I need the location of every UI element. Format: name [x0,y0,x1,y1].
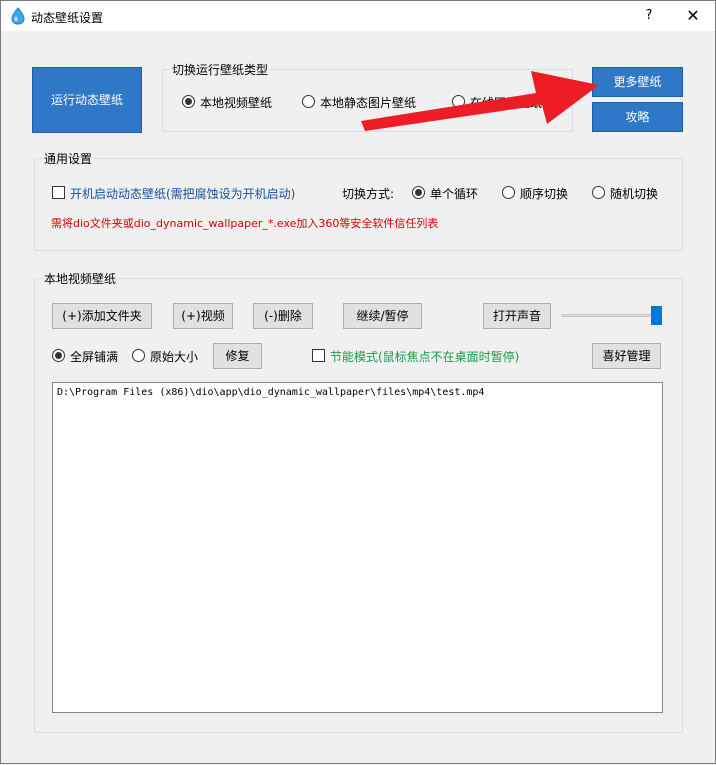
radio-fullscreen-fill-label[interactable]: 全屏铺满 [70,348,118,365]
more-wallpapers-button[interactable]: 更多壁纸 [592,67,683,97]
radio-original-size[interactable] [132,349,145,362]
radio-local-image-label[interactable]: 本地静态图片壁纸 [320,94,416,111]
radio-single-loop-label[interactable]: 单个循环 [430,185,478,202]
radio-random[interactable] [592,186,605,199]
repair-button[interactable]: 修复 [213,343,262,369]
radio-fullscreen-fill[interactable] [52,349,65,362]
power-save-checkbox[interactable] [312,349,325,362]
radio-local-video[interactable] [182,95,195,108]
help-button[interactable]: ? [637,6,661,26]
radio-online-label[interactable]: 在线网络壁纸 [470,94,542,111]
open-sound-button[interactable]: 打开声音 [483,303,551,329]
continue-pause-button[interactable]: 继续/暂停 [343,303,422,329]
radio-original-size-label[interactable]: 原始大小 [150,348,198,365]
close-button[interactable]: ✕ [679,4,707,28]
radio-online[interactable] [452,95,465,108]
volume-slider-track[interactable] [562,314,662,317]
autostart-checkbox[interactable] [52,186,65,199]
general-settings-title: 通用设置 [42,150,95,167]
switch-type-group-title: 切换运行壁纸类型 [170,61,271,78]
delete-button[interactable]: (-)删除 [253,303,313,329]
settings-window: 动态壁纸设置 ? ✕ 运行动态壁纸 切换运行壁纸类型 本地视频壁纸 本地静态图片… [0,0,716,764]
add-video-button[interactable]: (+)视频 [173,303,233,329]
list-item[interactable]: D:\Program Files (x86)\dio\app\dio_dynam… [57,387,484,398]
general-settings-group [34,158,683,251]
title-bar[interactable]: 动态壁纸设置 ? ✕ [1,1,715,31]
radio-sequential-label[interactable]: 顺序切换 [520,185,568,202]
volume-slider-thumb[interactable] [651,306,662,325]
radio-single-loop[interactable] [412,186,425,199]
security-warning: 需将dio文件夹或dio_dynamic_wallpaper_*.exe加入36… [51,217,439,230]
radio-random-label[interactable]: 随机切换 [610,185,658,202]
water-drop-icon [11,7,25,25]
local-video-title: 本地视频壁纸 [42,270,119,287]
power-save-label[interactable]: 节能模式(鼠标焦点不在桌面时暂停) [330,348,519,365]
run-wallpaper-button[interactable]: 运行动态壁纸 [32,67,142,133]
autostart-label[interactable]: 开机启动动态壁纸(需把腐蚀设为开机启动) [70,185,295,202]
radio-local-image[interactable] [302,95,315,108]
radio-sequential[interactable] [502,186,515,199]
window-title: 动态壁纸设置 [31,11,104,25]
video-file-list[interactable]: D:\Program Files (x86)\dio\app\dio_dynam… [52,382,663,713]
radio-local-video-label[interactable]: 本地视频壁纸 [200,94,272,111]
guide-button[interactable]: 攻略 [592,102,683,132]
add-folder-button[interactable]: (+)添加文件夹 [52,303,152,329]
favorites-button[interactable]: 喜好管理 [592,343,661,369]
switch-mode-label: 切换方式: [342,187,395,201]
